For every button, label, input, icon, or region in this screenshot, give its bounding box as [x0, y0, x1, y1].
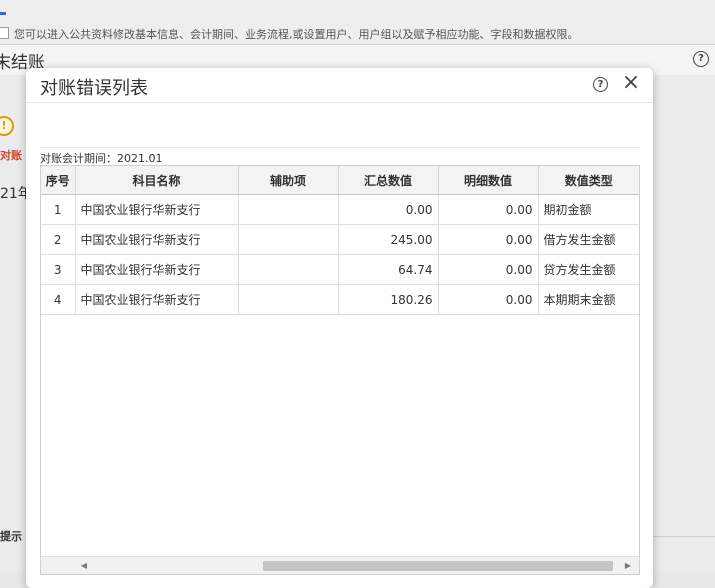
cell-aux [238, 224, 339, 255]
error-table-grid: 序号 科目名称 辅助项 汇总数值 明细数值 数值类型 1 中国农业银行华新支行 … [40, 165, 640, 575]
hint-label: 提示 [0, 530, 22, 543]
notice-text: 您可以进入公共资料修改基本信息、会计期间、业务流程,或设置用户、用户组以及赋予相… [14, 28, 579, 41]
column-header-account[interactable]: 科目名称 [75, 166, 239, 195]
column-header-index[interactable]: 序号 [41, 166, 76, 195]
close-icon[interactable]: × [621, 71, 641, 95]
cell-summary: 180.26 [338, 284, 439, 315]
table-row[interactable]: 1 中国农业银行华新支行 0.00 0.00 期初金额 [41, 194, 639, 225]
divider [653, 536, 715, 537]
cell-index: 3 [41, 254, 76, 285]
cell-aux [238, 284, 339, 315]
period-value: 2021.01 [117, 152, 163, 165]
cell-summary: 64.74 [338, 254, 439, 285]
cell-account: 中国农业银行华新支行 [75, 224, 239, 255]
column-header-aux[interactable]: 辅助项 [238, 166, 339, 195]
cell-type: 借方发生金额 [538, 224, 639, 255]
cell-type: 贷方发生金额 [538, 254, 639, 285]
scrollbar-thumb[interactable] [263, 561, 613, 571]
horizontal-scrollbar[interactable]: ◀ ▶ [41, 556, 639, 574]
column-header-type[interactable]: 数值类型 [538, 166, 639, 195]
dialog-title: 对账错误列表 [40, 78, 148, 99]
column-header-detail[interactable]: 明细数值 [438, 166, 539, 195]
cell-aux [238, 254, 339, 285]
table-row[interactable]: 2 中国农业银行华新支行 245.00 0.00 借方发生金额 [41, 224, 639, 255]
scroll-right-icon[interactable]: ▶ [619, 557, 637, 574]
reconcile-label: 对账 [0, 149, 22, 162]
cell-index: 4 [41, 284, 76, 315]
question-circle-icon[interactable]: ? [693, 51, 709, 67]
cell-account: 中国农业银行华新支行 [75, 284, 239, 315]
cell-account: 中国农业银行华新支行 [75, 254, 239, 285]
cell-detail: 0.00 [438, 224, 539, 255]
cell-summary: 245.00 [338, 224, 439, 255]
brand-accent [0, 12, 6, 15]
notice-checkbox[interactable] [0, 27, 9, 39]
cell-account: 中国农业银行华新支行 [75, 194, 239, 225]
cell-aux [238, 194, 339, 225]
cell-index: 1 [41, 194, 76, 225]
help-icon[interactable]: ? [593, 77, 608, 92]
table-row[interactable]: 4 中国农业银行华新支行 180.26 0.00 本期期末金额 [41, 284, 639, 315]
cell-detail: 0.00 [438, 284, 539, 315]
error-table: 序号 科目名称 辅助项 汇总数值 明细数值 数值类型 1 中国农业银行华新支行 … [41, 166, 639, 315]
cell-type: 本期期末金额 [538, 284, 639, 315]
dialog-header-divider [26, 102, 653, 103]
reconcile-error-dialog: 对账错误列表 ? × 对账会计期间：2021.01 序号 科目名称 辅助项 汇总… [26, 68, 653, 588]
period-label: 对账会计期间： [40, 152, 117, 165]
table-row[interactable]: 3 中国农业银行华新支行 64.74 0.00 贷方发生金额 [41, 254, 639, 285]
cell-summary: 0.00 [338, 194, 439, 225]
reconcile-period: 对账会计期间：2021.01 [40, 150, 163, 166]
cell-index: 2 [41, 224, 76, 255]
cell-detail: 0.00 [438, 254, 539, 285]
column-header-summary[interactable]: 汇总数值 [338, 166, 439, 195]
scroll-left-icon[interactable]: ◀ [75, 557, 93, 574]
cell-type: 期初金额 [538, 194, 639, 225]
cell-detail: 0.00 [438, 194, 539, 225]
toolbar-divider [40, 147, 639, 148]
notice-bar: 您可以进入公共资料修改基本信息、会计期间、业务流程,或设置用户、用户组以及赋予相… [0, 26, 579, 42]
table-header-row: 序号 科目名称 辅助项 汇总数值 明细数值 数值类型 [41, 166, 639, 195]
